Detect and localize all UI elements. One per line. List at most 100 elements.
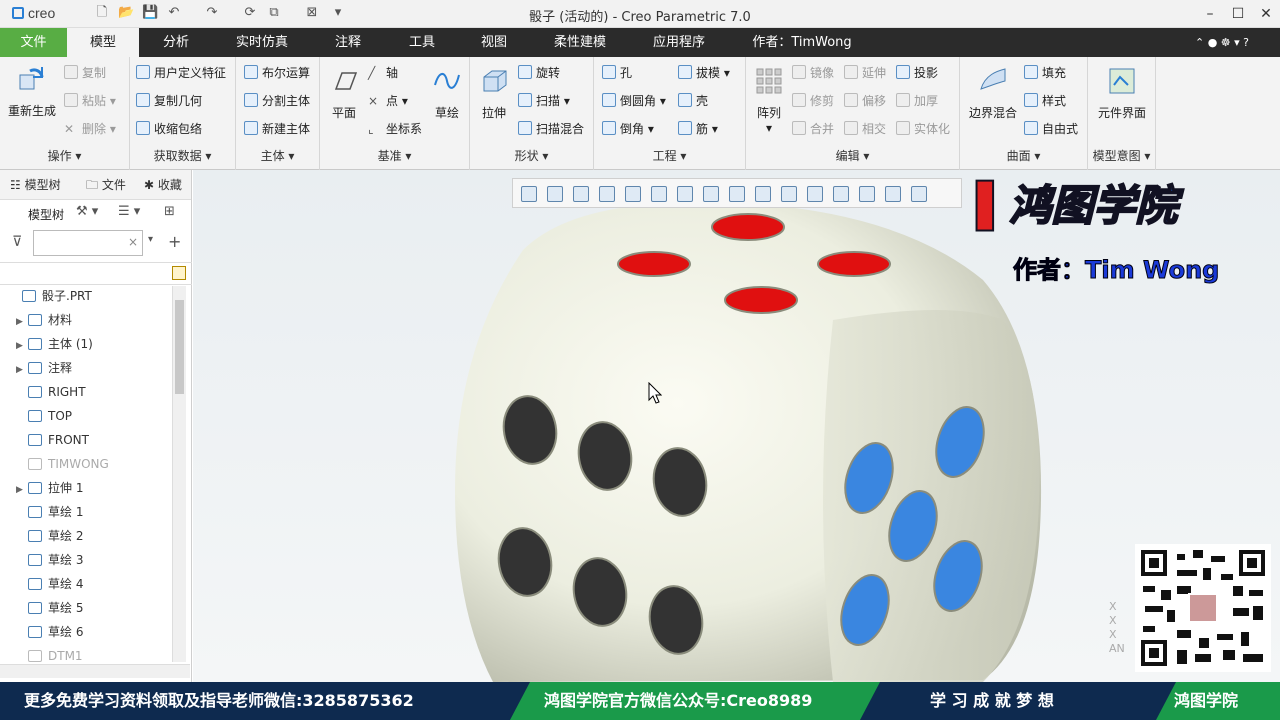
group-label-datum[interactable]: 基准 ▾ — [320, 147, 469, 164]
search-dropdown-icon[interactable]: ▾ — [148, 234, 153, 245]
tab-folder-browser[interactable]: 🗀 文件 — [86, 176, 128, 197]
udf-button[interactable]: 用户定义特征 — [136, 63, 226, 83]
tree-item[interactable]: RIGHT — [0, 380, 86, 404]
tree-item[interactable]: 草绘 1 — [0, 500, 83, 524]
pattern-button[interactable]: 阵列 ▾ — [752, 65, 786, 135]
revolve-button[interactable]: 旋转 — [518, 63, 560, 83]
chamfer-button[interactable]: 倒角 ▾ — [602, 119, 654, 139]
tree-item[interactable]: ▶ 拉伸 1 — [0, 476, 83, 500]
copy-button[interactable]: 复制 — [64, 63, 106, 83]
rib-button[interactable]: 筋 ▾ — [678, 119, 718, 139]
tree-item[interactable]: ▶ 注释 — [0, 356, 72, 380]
sweep-button[interactable]: 扫描 ▾ — [518, 91, 570, 111]
tab-tools[interactable]: 工具 — [386, 28, 458, 57]
add-filter-icon[interactable]: + — [168, 232, 181, 251]
group-label-engineering[interactable]: 工程 ▾ — [594, 147, 745, 164]
tree-item[interactable]: TIMWONG — [0, 452, 109, 476]
point-button[interactable]: × 点 ▾ — [368, 91, 408, 111]
tree-item[interactable]: 草绘 2 — [0, 524, 83, 548]
fill-button[interactable]: 填充 — [1024, 63, 1066, 83]
trim-button[interactable]: 修剪 — [792, 91, 834, 111]
axis-display-icon[interactable] — [781, 186, 797, 202]
show-icon[interactable]: ☰ ▾ — [118, 204, 140, 219]
pause-icon[interactable] — [911, 186, 927, 202]
paste-button[interactable]: 粘贴 ▾ — [64, 91, 116, 111]
clear-icon[interactable]: × — [128, 235, 138, 249]
split-body-button[interactable]: 分割主体 — [244, 91, 310, 111]
tab-flexible-modeling[interactable]: 柔性建模 — [540, 28, 620, 57]
annotation-display-icon[interactable] — [859, 186, 875, 202]
help-icons[interactable]: ⌃ ● ☸ ▾ ? — [1172, 28, 1272, 57]
refit-icon[interactable] — [521, 186, 537, 202]
group-label-body[interactable]: 主体 ▾ — [236, 147, 319, 164]
freestyle-button[interactable]: 自由式 — [1024, 119, 1078, 139]
merge-button[interactable]: 合并 — [792, 119, 834, 139]
component-interface-button[interactable]: 元件界面 — [1092, 65, 1152, 121]
tree-hscrollbar[interactable] — [0, 664, 190, 678]
sketch-button[interactable]: 草绘 — [428, 65, 466, 121]
shell-button[interactable]: 壳 — [678, 91, 708, 111]
tree-item[interactable]: 骰子.PRT — [0, 284, 92, 308]
search-input[interactable]: × — [33, 230, 143, 256]
shrinkwrap-button[interactable]: 收缩包络 — [136, 119, 202, 139]
zoom-out-icon[interactable] — [573, 186, 589, 202]
expand-icon[interactable]: ▶ — [16, 478, 28, 502]
expand-icon[interactable]: ▶ — [16, 334, 28, 358]
group-label-edit[interactable]: 编辑 ▾ — [746, 147, 959, 164]
point-display-icon[interactable] — [807, 186, 823, 202]
tab-analysis[interactable]: 分析 — [140, 28, 212, 57]
extrude-button[interactable]: 拉伸 — [476, 65, 512, 121]
saved-orientations-icon[interactable] — [677, 186, 693, 202]
perspective-icon[interactable] — [625, 186, 641, 202]
tab-view[interactable]: 视图 — [458, 28, 530, 57]
tree-item[interactable]: ▶ 主体 (1) — [0, 332, 93, 356]
plane-button[interactable]: 平面 — [324, 65, 364, 121]
hole-button[interactable]: 孔 — [602, 63, 632, 83]
tab-live-simulation[interactable]: 实时仿真 — [218, 28, 306, 57]
style-button[interactable]: 样式 — [1024, 91, 1066, 111]
tab-applications[interactable]: 应用程序 — [640, 28, 718, 57]
tree-settings-icon[interactable] — [172, 266, 186, 280]
scroll-thumb[interactable] — [175, 300, 184, 394]
plane-display-icon[interactable] — [755, 186, 771, 202]
draft-button[interactable]: 拔模 ▾ — [678, 63, 730, 83]
intersect-button[interactable]: 相交 — [844, 119, 886, 139]
minimize-button[interactable]: – — [1196, 4, 1224, 24]
offset-button[interactable]: 偏移 — [844, 91, 886, 111]
solidify-button[interactable]: 实体化 — [896, 119, 950, 139]
settings-icon[interactable]: ⚒ ▾ — [76, 204, 98, 219]
tree-item[interactable]: DTM1 — [0, 644, 83, 664]
close-button[interactable]: ✕ — [1252, 4, 1280, 24]
repaint-icon[interactable] — [599, 186, 615, 202]
expand-icon[interactable]: ▶ — [16, 358, 28, 382]
display-style-icon[interactable] — [651, 186, 667, 202]
tree-item[interactable]: 草绘 6 — [0, 620, 83, 644]
mirror-button[interactable]: 镜像 — [792, 63, 834, 83]
section-icon[interactable] — [729, 186, 745, 202]
tree-scrollbar[interactable] — [172, 286, 186, 662]
tree-item[interactable]: 草绘 3 — [0, 548, 83, 572]
tab-model[interactable]: 模型 — [67, 28, 139, 57]
tree-item[interactable]: 草绘 4 — [0, 572, 83, 596]
axis-button[interactable]: ╱ 轴 — [368, 63, 398, 83]
group-label-model-intent[interactable]: 模型意图 ▾ — [1088, 147, 1155, 164]
new-body-button[interactable]: 新建主体 — [244, 119, 310, 139]
group-label-get-data[interactable]: 获取数据 ▾ — [130, 147, 235, 164]
delete-button[interactable]: ✕ 删除 ▾ — [64, 119, 116, 139]
tree-filter-icon[interactable]: ⊞ — [164, 204, 175, 219]
csys-button[interactable]: ⌞ 坐标系 — [368, 119, 422, 139]
tree-item[interactable]: 草绘 5 — [0, 596, 83, 620]
graphics-window[interactable]: ▌鸿图学院 作者：Tim Wong X X X AN — [193, 170, 1280, 682]
swept-blend-button[interactable]: 扫描混合 — [518, 119, 584, 139]
round-button[interactable]: 倒圆角 ▾ — [602, 91, 666, 111]
zoom-in-icon[interactable] — [547, 186, 563, 202]
tree-item[interactable]: ▶ 材料 — [0, 308, 72, 332]
tab-annotate[interactable]: 注释 — [312, 28, 384, 57]
boundary-blend-button[interactable]: 边界混合 — [964, 65, 1022, 121]
tree-item[interactable]: TOP — [0, 404, 72, 428]
tab-author[interactable]: 作者：TimWong — [740, 28, 864, 57]
maximize-button[interactable]: ☐ — [1224, 4, 1252, 24]
tree-item[interactable]: FRONT — [0, 428, 89, 452]
tab-favorites[interactable]: ✱ 收藏 — [144, 176, 186, 193]
regenerate-button[interactable]: 重新生成 — [6, 63, 58, 119]
